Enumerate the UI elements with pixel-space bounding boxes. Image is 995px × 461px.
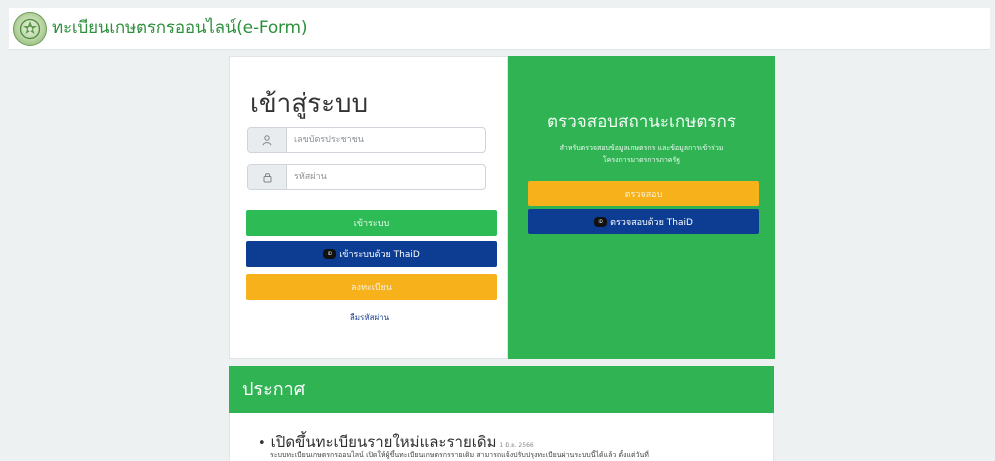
thaid-login-button[interactable]: ID เข้าระบบด้วย ThaiD <box>246 241 497 267</box>
department-seal-icon[interactable] <box>13 11 47 46</box>
thaid-login-label: เข้าระบบด้วย ThaiD <box>339 250 420 260</box>
login-button-label: เข้าระบบ <box>353 219 390 229</box>
forgot-password-link[interactable]: ลืมรหัสผ่าน <box>230 311 509 324</box>
check-thaid-button[interactable]: ID ตรวจสอบด้วย ThaiD <box>528 209 759 234</box>
thaid-logo-icon: ID <box>594 216 608 227</box>
register-button-label: ลงทะเบียน <box>351 283 392 293</box>
announcement-text: ระบบทะเบียนเกษตรกรออนไลน์ เปิดให้ผู้ขึ้น… <box>270 451 649 459</box>
farmer-status-panel: ตรวจสอบสถานะเกษตรกร สำหรับตรวจสอบข้อมูลเ… <box>508 56 775 359</box>
user-icon <box>248 128 287 152</box>
password-field <box>247 164 486 190</box>
verify-title: ตรวจสอบสถานะเกษตรกร <box>547 112 736 132</box>
announcement-header: ประกาศ <box>229 366 774 413</box>
register-button[interactable]: ลงทะเบียน <box>246 274 497 300</box>
check-status-button[interactable]: ตรวจสอบ <box>528 181 759 206</box>
bullet-icon: • <box>258 436 266 451</box>
lock-icon <box>248 165 287 189</box>
announcement-list: • เปิดขึ้นทะเบียนรายใหม่และรายเดิม 1 มิ.… <box>229 413 774 461</box>
login-title: เข้าสู่ระบบ <box>250 89 369 119</box>
app-title[interactable]: ทะเบียนเกษตรกรออนไลน์(e-Form) <box>52 20 308 37</box>
check-status-label: ตรวจสอบ <box>624 189 663 200</box>
login-button[interactable]: เข้าระบบ <box>246 210 497 236</box>
top-navbar: ทะเบียนเกษตรกรออนไลน์(e-Form) <box>9 8 990 50</box>
announcement-date: 1 มิ.ย. 2566 <box>499 442 534 449</box>
check-thaid-label: ตรวจสอบด้วย ThaiD <box>610 217 693 228</box>
login-panel: เข้าสู่ระบบ เข้าระบบ ID เข้าระบบด้วย Tha… <box>229 56 508 359</box>
username-input[interactable] <box>287 128 485 152</box>
password-input[interactable] <box>287 165 485 189</box>
username-field <box>247 127 486 153</box>
verify-subtitle: สำหรับตรวจสอบข้อมูลเกษตรกร และข้อมูลการเ… <box>559 144 724 164</box>
thaid-logo-icon: ID <box>323 249 337 259</box>
